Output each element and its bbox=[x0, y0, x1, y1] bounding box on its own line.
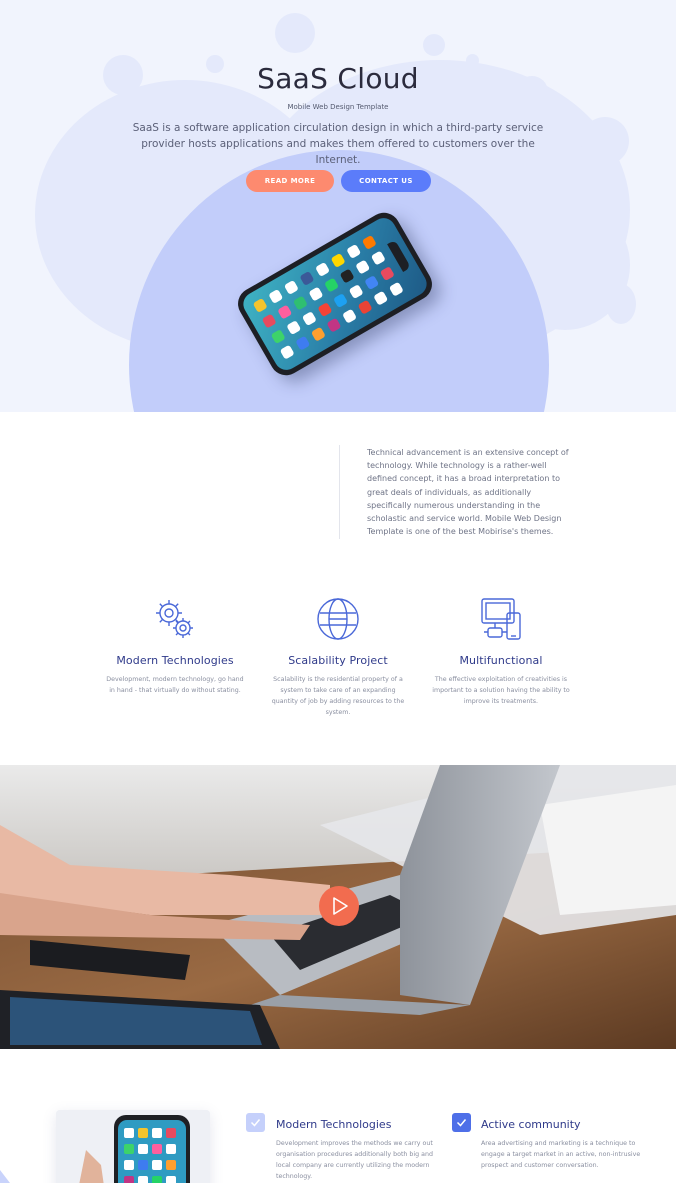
play-icon bbox=[333, 897, 348, 915]
decor-circle bbox=[423, 34, 445, 56]
gears-icon bbox=[156, 600, 193, 638]
bottom-item-text: Area advertising and marketing is a tech… bbox=[481, 1140, 641, 1169]
bottom-item-text: Development improves the methods we carr… bbox=[276, 1140, 434, 1180]
feature-text: The effective exploitation of creativiti… bbox=[432, 676, 570, 705]
hero-title: SaaS Cloud bbox=[257, 62, 419, 95]
feature-card: Scalability Project Scalability is the r… bbox=[268, 596, 408, 718]
hero-section: SaaS Cloud Mobile Web Design Template Sa… bbox=[0, 0, 676, 412]
globe-icon bbox=[317, 598, 359, 640]
read-more-button[interactable]: READ MORE bbox=[246, 170, 334, 192]
hero-description: SaaS is a software application circulati… bbox=[132, 122, 544, 166]
bottom-item-title: Modern Technologies bbox=[276, 1118, 392, 1131]
corner-decoration bbox=[0, 1170, 10, 1183]
intro-divider bbox=[339, 445, 340, 539]
check-icon bbox=[452, 1113, 471, 1132]
feature-text: Development, modern technology, go hand … bbox=[106, 676, 244, 694]
decor-circle bbox=[275, 13, 315, 53]
check-icon bbox=[246, 1113, 265, 1132]
contact-us-button[interactable]: CONTACT US bbox=[341, 170, 431, 192]
feature-card: Modern Technologies Development, modern … bbox=[105, 596, 245, 696]
play-video-button[interactable] bbox=[319, 886, 359, 926]
decor-circle bbox=[606, 284, 636, 324]
hero-subtitle: Mobile Web Design Template bbox=[287, 103, 389, 111]
bottom-item-title: Active community bbox=[481, 1118, 581, 1131]
feature-title: Scalability Project bbox=[288, 654, 388, 667]
feature-title: Multifunctional bbox=[459, 654, 543, 667]
feature-title: Modern Technologies bbox=[116, 654, 234, 667]
devices-icon bbox=[481, 598, 521, 640]
intro-text: Technical advancement is an extensive co… bbox=[367, 448, 569, 537]
feature-text: Scalability is the residential property … bbox=[271, 676, 405, 716]
hand-phone-image bbox=[56, 1110, 210, 1183]
phone-mockup-image bbox=[222, 206, 447, 388]
decor-circle bbox=[581, 117, 629, 165]
feature-card: Multifunctional The effective exploitati… bbox=[431, 596, 571, 707]
